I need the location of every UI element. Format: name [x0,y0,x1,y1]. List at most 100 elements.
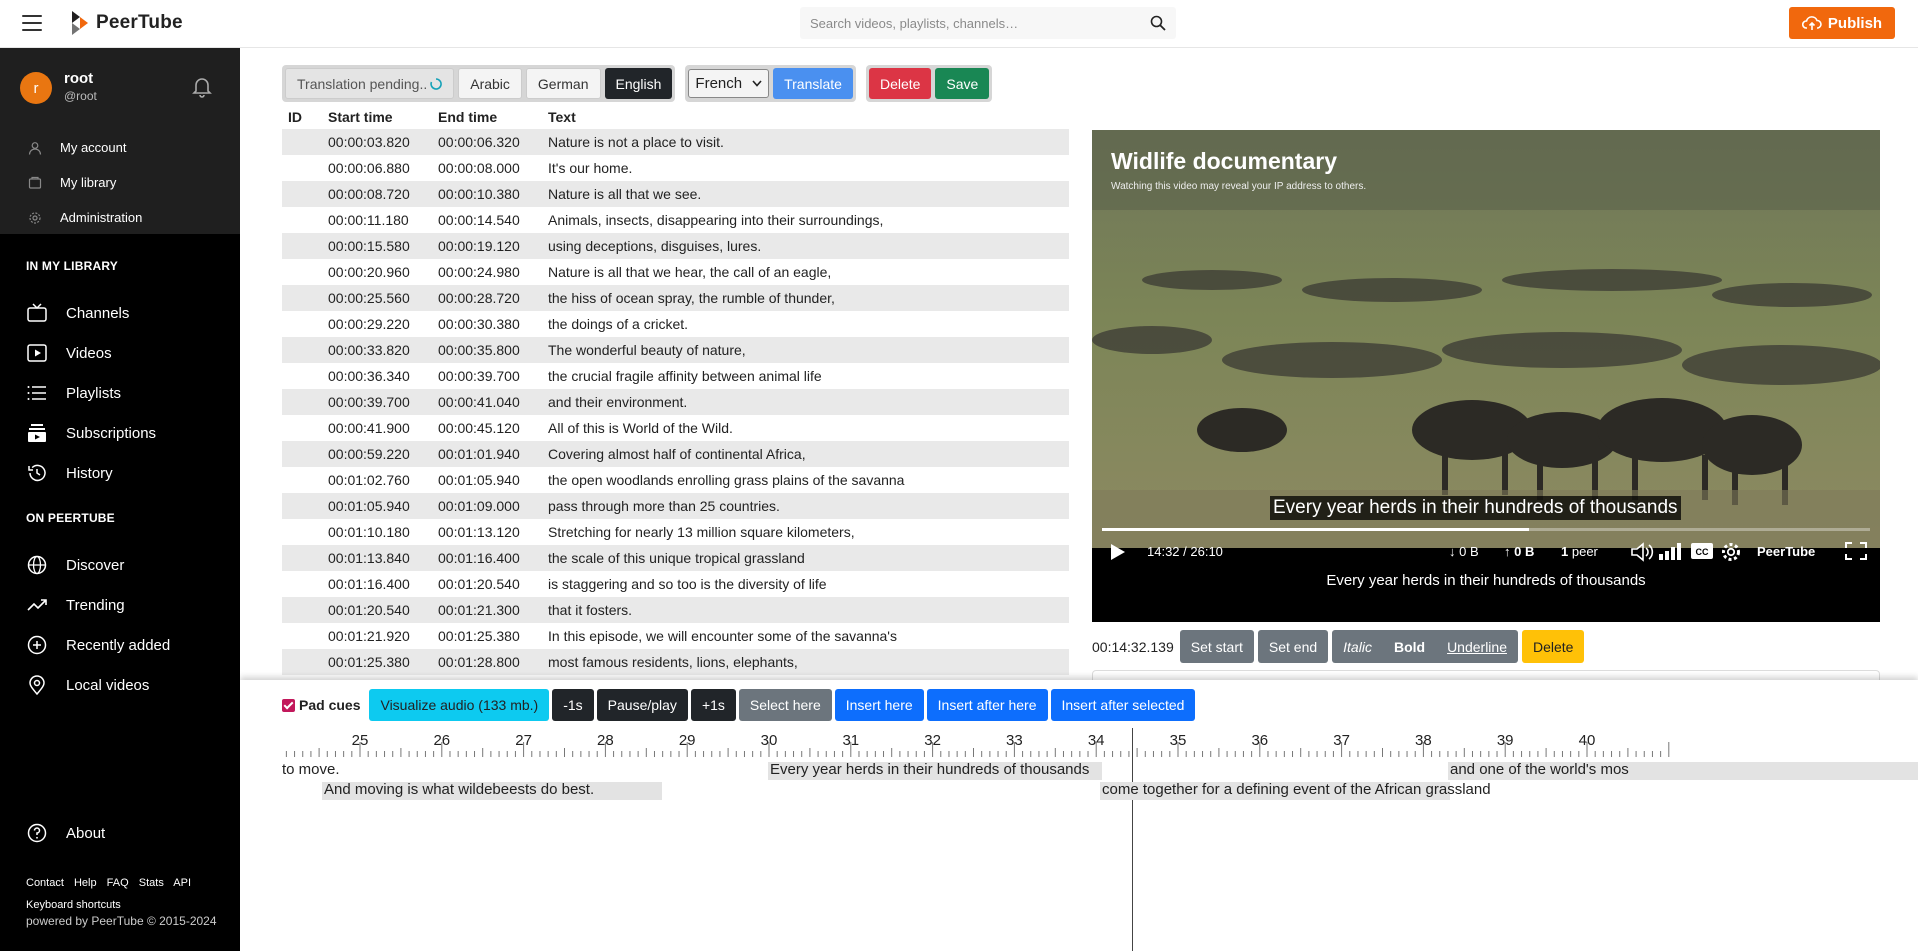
notifications-bell-icon[interactable] [192,76,212,98]
sidebar-item-label: Recently added [66,636,171,654]
sidebar-item-label: My account [60,140,127,155]
volume-icon[interactable] [1630,541,1656,563]
cue-end-time: 00:00:41.040 [438,394,520,410]
closed-captions-icon[interactable]: CC [1690,542,1714,560]
sidebar-item-about[interactable]: About [0,813,240,853]
set-end-button[interactable]: Set end [1257,630,1329,663]
table-row[interactable]: 00:01:10.180 00:01:13.120 Stretching for n… [282,519,1069,545]
sidebar-item-administration[interactable]: Administration [0,200,240,235]
timeline-panel: Pad cues Visualize audio (133 mb.) -1s P… [240,680,1918,951]
footer-link-api[interactable]: API [173,877,191,889]
table-row[interactable]: 00:00:15.580 00:00:19.120 using deceptions… [282,233,1069,259]
sidebar-item-my-account[interactable]: My account [0,130,240,165]
quality-bars-icon[interactable] [1658,542,1684,560]
sidebar-item-videos[interactable]: Videos [0,333,240,373]
insert-after-selected-button[interactable]: Insert after selected [1050,689,1196,721]
save-button[interactable]: Save [935,68,990,99]
footer-link-faq[interactable]: FAQ [107,877,129,889]
app-logo[interactable]: PeerTube [70,11,183,35]
italic-button[interactable]: Italic [1332,630,1383,663]
table-row[interactable]: 00:00:39.700 00:00:41.040 and their enviro… [282,389,1069,415]
tab-language-english[interactable]: English [604,68,673,99]
table-row[interactable]: 00:00:20.960 00:00:24.980 Nature is all th… [282,259,1069,285]
table-row[interactable]: 00:01:25.380 00:01:28.800 most famous resi… [282,649,1069,675]
translate-button[interactable]: Translate [773,68,853,99]
table-row[interactable]: 00:01:20.540 00:01:21.300 that it fosters. [282,597,1069,623]
select-here-button[interactable]: Select here [738,689,832,721]
table-row[interactable]: 00:00:59.220 00:01:01.940 Covering almost … [282,441,1069,467]
peertube-logo-icon [72,11,88,35]
translation-pending-button[interactable]: Translation pending.. [285,68,455,99]
pad-cues-checkbox[interactable]: Pad cues [282,697,360,713]
delete-cue-button[interactable]: Delete [1522,630,1585,663]
sidebar-item-my-library[interactable]: My library [0,165,240,200]
minus-1s-button[interactable]: -1s [552,689,594,721]
tab-language-german[interactable]: German [525,68,601,99]
search-input[interactable] [810,15,1130,31]
column-header-start: Start time [328,109,393,125]
cue-end-time: 00:00:45.120 [438,420,520,436]
menu-toggle-icon[interactable] [22,15,42,31]
footer-link-stats[interactable]: Stats [139,877,164,889]
sidebar-item-discover[interactable]: Discover [0,545,240,585]
table-row[interactable]: 00:00:29.220 00:00:30.380 the doings of a … [282,311,1069,337]
sidebar-item-trending[interactable]: Trending [0,585,240,625]
table-row[interactable]: 00:00:06.880 00:00:08.000 It's our home. [282,155,1069,181]
peertube-brand-button[interactable]: PeerTube [1757,544,1815,559]
delete-track-button[interactable]: Delete [868,68,932,99]
video-player[interactable]: Widlife documentary Watching this video … [1092,130,1880,622]
footer-link-contact[interactable]: Contact [26,877,64,889]
progress-bar[interactable] [1102,528,1870,531]
search-icon[interactable] [1150,15,1166,31]
table-row[interactable]: 00:00:41.900 00:00:45.120 All of this is W… [282,415,1069,441]
sidebar-item-label: My library [60,175,117,190]
target-language-select[interactable]: French [688,69,770,98]
cue-table-header: ID Start time End time Text [282,105,1069,129]
plus-1s-button[interactable]: +1s [690,689,736,721]
cue-timeline[interactable]: 25 26 27 28 29 30 31 32 33 34 35 36 37 38 39 40 to move… [282,728,1918,951]
footer-link-help[interactable]: Help [74,877,97,889]
sidebar-item-history[interactable]: History [0,453,240,493]
insert-here-button[interactable]: Insert here [834,689,924,721]
table-row[interactable]: 00:00:11.180 00:00:14.540 Animals, insects… [282,207,1069,233]
set-start-button[interactable]: Set start [1179,630,1254,663]
cue-start-time: 00:01:25.380 [328,654,410,670]
sidebar-item-playlists[interactable]: Playlists [0,373,240,413]
sidebar-item-local-videos[interactable]: Local videos [0,665,240,705]
table-row[interactable]: 00:00:33.820 00:00:35.800 The wonderful be… [282,337,1069,363]
bold-button[interactable]: Bold [1383,630,1436,663]
cue-text: that it fosters. [548,602,633,618]
cue-end-time: 00:01:09.000 [438,498,520,514]
fullscreen-icon[interactable] [1845,542,1867,560]
visualize-audio-button[interactable]: Visualize audio (133 mb.) [369,689,550,721]
table-row[interactable]: 00:01:05.940 00:01:09.000 pass through mor… [282,493,1069,519]
settings-gear-icon[interactable] [1720,541,1742,563]
tab-language-arabic[interactable]: Arabic [458,68,522,99]
app-name: PeerTube [96,12,183,33]
table-row[interactable]: 00:00:36.340 00:00:39.700 the crucial frag… [282,363,1069,389]
user-links: My account My library Administration [0,130,240,235]
sidebar-item-channels[interactable]: Channels [0,293,240,333]
table-row[interactable]: 00:01:13.840 00:01:16.400 the scale of thi… [282,545,1069,571]
sidebar-item-recently-added[interactable]: Recently added [0,625,240,665]
cue-start-time: 00:00:25.560 [328,290,410,306]
table-row[interactable]: 00:00:03.820 00:00:06.320 Nature is not a … [282,129,1069,155]
play-icon[interactable] [1110,543,1126,561]
pause-play-button[interactable]: Pause/play [596,689,688,721]
publish-button[interactable]: Publish [1789,7,1895,39]
underline-button[interactable]: Underline [1436,630,1518,663]
table-row[interactable]: 00:01:02.760 00:01:05.940 the open woodlan… [282,467,1069,493]
footer-link-keyboard-shortcuts[interactable]: Keyboard shortcuts [26,894,198,916]
playhead-cursor[interactable] [1132,728,1133,951]
table-row[interactable]: 00:00:25.560 00:00:28.720 the hiss of ocea… [282,285,1069,311]
insert-after-here-button[interactable]: Insert after here [926,689,1048,721]
table-row[interactable]: 00:00:08.720 00:00:10.380 Nature is all th… [282,181,1069,207]
table-row[interactable]: 00:01:16.400 00:01:20.540 is staggering an… [282,571,1069,597]
upload-arrow-icon: ↑ [1504,544,1511,559]
cue-text: Nature is not a place to visit. [548,134,724,150]
avatar[interactable]: r [20,72,52,104]
tv-icon [27,303,47,322]
cue-end-time: 00:00:08.000 [438,160,520,176]
table-row[interactable]: 00:01:21.920 00:01:25.380 In this episode,… [282,623,1069,649]
sidebar-item-subscriptions[interactable]: Subscriptions [0,413,240,453]
